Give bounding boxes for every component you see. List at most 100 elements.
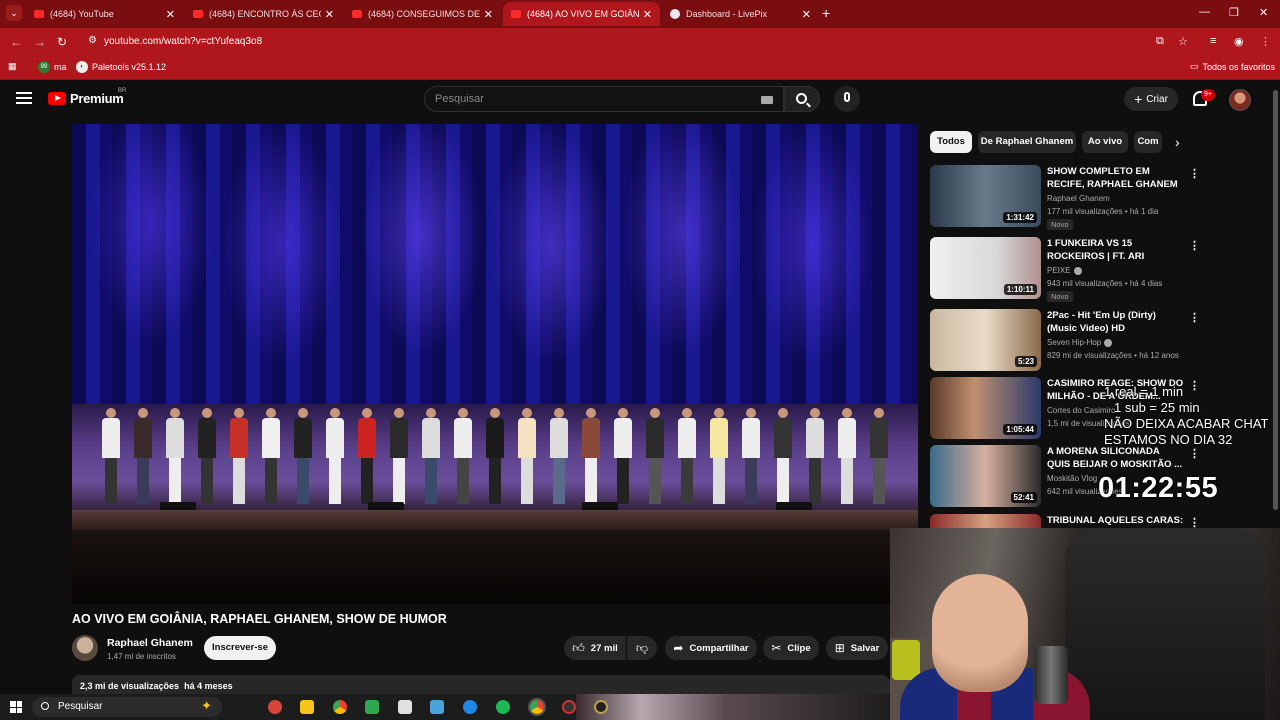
recommendation-item[interactable]: 5:23 2Pac - Hit 'Em Up (Dirty) (Music Vi… xyxy=(930,309,1270,373)
file-explorer-icon[interactable] xyxy=(300,700,314,714)
more-actions-icon[interactable]: ⋮ xyxy=(1189,447,1200,460)
site-info-icon[interactable]: ⚙ xyxy=(88,35,97,46)
app-icon[interactable] xyxy=(430,700,444,714)
rec-title[interactable]: SHOW COMPLETO EM RECIFE, RAPHAEL GHANEM … xyxy=(1047,165,1185,191)
microphone-icon xyxy=(844,92,850,102)
close-tab-icon[interactable]: ✕ xyxy=(484,8,493,21)
cast-icon[interactable]: ⧉ xyxy=(1156,35,1164,48)
edge-icon[interactable] xyxy=(463,700,477,714)
more-actions-icon[interactable]: ⋮ xyxy=(1189,239,1200,252)
recommendation-item[interactable]: TRIBUNAL AQUELES CARAS: ⋮ xyxy=(930,514,1270,528)
whatsapp-icon[interactable] xyxy=(365,700,379,714)
video-player[interactable] xyxy=(72,124,918,604)
browser-tab[interactable]: (4684) ENCONTRO ÀS CEGAS C ✕ xyxy=(185,2,342,26)
close-tab-icon[interactable]: ✕ xyxy=(325,8,334,21)
channel-name[interactable]: Raphael Ghanem xyxy=(107,637,193,649)
all-bookmarks-label: Todos os favoritos xyxy=(1202,61,1276,72)
performer-figure xyxy=(102,408,120,504)
chip-related[interactable]: Com xyxy=(1134,131,1162,153)
performer-figure xyxy=(198,408,216,504)
restore-icon[interactable]: ❐ xyxy=(1229,6,1239,19)
like-button[interactable]: 👍︎ 27 mil xyxy=(564,636,626,660)
keyboard-icon[interactable] xyxy=(761,96,773,104)
browser-tab[interactable]: Dashboard - LivePix ✕ xyxy=(662,2,819,26)
notifications-badge: 9+ xyxy=(1201,89,1215,101)
voice-search-button[interactable] xyxy=(834,86,860,112)
tab-search-icon[interactable]: ⌄ xyxy=(6,5,22,21)
rec-title[interactable]: TRIBUNAL AQUELES CARAS: xyxy=(1047,514,1185,527)
browser-tab-active[interactable]: (4684) AO VIVO EM GOIÂNIA, R ✕ xyxy=(503,2,660,26)
video-thumbnail[interactable]: 1:10:11 xyxy=(930,237,1041,299)
save-button[interactable]: ⊞ Salvar xyxy=(826,636,888,660)
recommendation-item[interactable]: 1:31:42 SHOW COMPLETO EM RECIFE, RAPHAEL… xyxy=(930,165,1270,230)
rec-channel[interactable]: PEIXE xyxy=(1047,266,1082,275)
video-thumbnail[interactable]: 1:05:44 xyxy=(930,377,1041,439)
search-input[interactable]: Pesquisar xyxy=(424,86,784,112)
windows-start-icon[interactable] xyxy=(10,701,22,713)
chrome-icon[interactable] xyxy=(333,700,347,714)
rec-views: 829 mi de visualizações xyxy=(1047,351,1132,360)
new-tab-icon[interactable]: + xyxy=(822,5,830,21)
app-icon[interactable] xyxy=(398,700,412,714)
close-window-icon[interactable]: ✕ xyxy=(1259,6,1268,19)
close-tab-icon[interactable]: ✕ xyxy=(643,8,652,21)
scrollbar-thumb[interactable] xyxy=(1273,90,1278,510)
performer-figure xyxy=(582,408,600,504)
app-icon[interactable] xyxy=(268,700,282,714)
more-actions-icon[interactable]: ⋮ xyxy=(1189,311,1200,324)
clip-button[interactable]: ✂ Clipe xyxy=(763,636,819,660)
more-actions-icon[interactable]: ⋮ xyxy=(1189,379,1200,392)
browser-tab[interactable]: (4684) CONSEGUIMOS DEIXAR ✕ xyxy=(344,2,501,26)
performer-figure xyxy=(550,408,568,504)
rec-channel[interactable]: Raphael Ghanem xyxy=(1047,194,1110,203)
reading-list-icon[interactable]: ≡ xyxy=(1210,35,1216,47)
app-icon[interactable] xyxy=(594,700,608,714)
channel-avatar[interactable] xyxy=(72,635,98,661)
rec-channel[interactable]: Seven Hip-Hop xyxy=(1047,338,1113,347)
more-actions-icon[interactable]: ⋮ xyxy=(1189,167,1200,180)
share-button[interactable]: ➦ Compartilhar xyxy=(665,636,757,660)
taskbar-search[interactable]: Pesquisar ✦ xyxy=(32,697,222,717)
back-icon[interactable]: ← xyxy=(10,35,22,49)
spotify-icon[interactable] xyxy=(496,700,510,714)
account-avatar[interactable] xyxy=(1229,89,1251,111)
bookmark-ma[interactable]: 99 ma xyxy=(38,61,67,73)
browser-menu-icon[interactable]: ⋮ xyxy=(1260,35,1271,48)
more-actions-icon[interactable]: ⋮ xyxy=(1189,516,1200,528)
rec-title[interactable]: A MORENA SILICONADA QUIS BEIJAR O MOSKIT… xyxy=(1047,445,1185,471)
bookmark-star-icon[interactable]: ☆ xyxy=(1178,35,1188,48)
youtube-logo[interactable]: Premium BR xyxy=(48,88,126,106)
chevron-right-icon[interactable]: › xyxy=(1175,134,1180,150)
close-tab-icon[interactable]: ✕ xyxy=(166,8,175,21)
video-thumbnail[interactable]: 5:23 xyxy=(930,309,1041,371)
rec-title[interactable]: 1 FUNKEIRA VS 15 ROCKEIROS | FT. ARI FAL… xyxy=(1047,237,1185,263)
browser-tab[interactable]: (4684) YouTube ✕ xyxy=(26,2,183,26)
video-thumbnail[interactable]: 52:41 xyxy=(930,445,1041,507)
minimize-icon[interactable]: — xyxy=(1199,6,1210,18)
forward-icon[interactable]: → xyxy=(34,35,46,49)
menu-icon[interactable] xyxy=(16,92,32,104)
search-button[interactable] xyxy=(784,86,820,112)
dislike-button[interactable]: 👎︎ xyxy=(627,636,657,660)
video-thumbnail[interactable]: 1:31:42 xyxy=(930,165,1041,227)
overlay-rule-sub: 1 sub = 25 min xyxy=(1114,400,1200,415)
chip-from-channel[interactable]: De Raphael Ghanem xyxy=(978,131,1076,153)
obs-icon[interactable] xyxy=(562,700,576,714)
bookmark-paletools[interactable]: ◐ Paletools v25.1.12 xyxy=(76,61,166,73)
video-thumbnail[interactable] xyxy=(930,514,1041,528)
create-button[interactable]: + Criar xyxy=(1124,87,1178,111)
rec-title[interactable]: 2Pac - Hit 'Em Up (Dirty) (Music Video) … xyxy=(1047,309,1185,335)
close-tab-icon[interactable]: ✕ xyxy=(802,8,811,21)
subscribe-button[interactable]: Inscrever-se xyxy=(204,636,276,660)
apps-grid-icon[interactable]: ▦ xyxy=(8,61,17,72)
rec-channel[interactable]: Moskitão Vlog xyxy=(1047,474,1097,483)
profile-icon[interactable]: ◉ xyxy=(1234,35,1244,48)
reload-icon[interactable]: ↻ xyxy=(57,35,67,49)
recommendation-item[interactable]: 1:10:11 1 FUNKEIRA VS 15 ROCKEIROS | FT.… xyxy=(930,237,1270,302)
address-bar[interactable]: ⚙ youtube.com/watch?v=ctYufeaq3o8 xyxy=(80,31,1200,53)
rec-channel[interactable]: Cortes do Casimiro xyxy=(1047,406,1115,415)
all-bookmarks[interactable]: ▭ Todos os favoritos xyxy=(1190,61,1275,72)
chip-all[interactable]: Todos xyxy=(930,131,972,153)
chip-live[interactable]: Ao vivo xyxy=(1082,131,1128,153)
chrome-active-icon[interactable] xyxy=(528,698,546,716)
